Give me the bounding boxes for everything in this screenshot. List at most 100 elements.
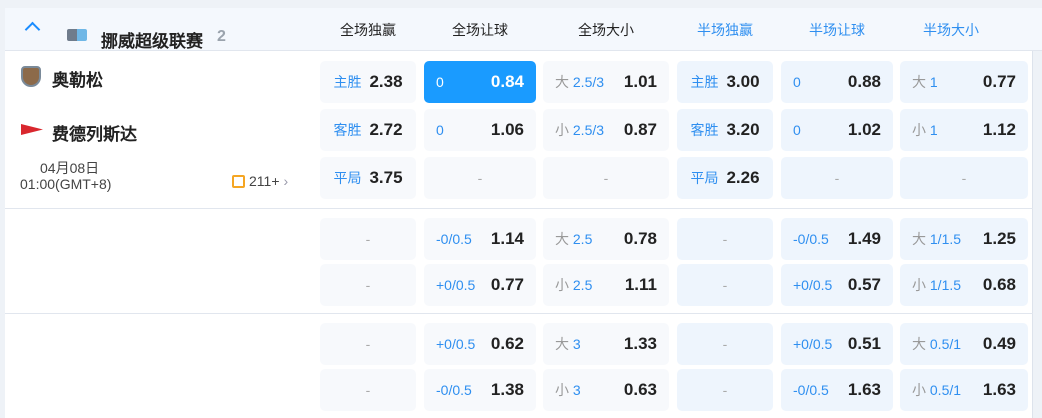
odds-value: 0.68 <box>982 275 1016 294</box>
odds-cell[interactable]: 小 0.5/1 1.63 <box>900 369 1028 411</box>
league-name: 挪威超级联赛 <box>101 32 203 51</box>
empty-odds: - <box>722 231 728 247</box>
odds-cell[interactable]: 0 0.88 <box>781 61 893 103</box>
odds-value: 1.63 <box>847 380 881 399</box>
match-date: 04月08日 <box>40 160 100 176</box>
odds-cell[interactable]: 小 3 0.63 <box>543 369 669 411</box>
odds-label: +0/0.5 <box>793 336 833 352</box>
odds-label: -0/0.5 <box>436 231 472 247</box>
odds-cell[interactable]: 小 2.5 1.11 <box>543 264 669 306</box>
odds-label: 平局 <box>690 170 719 186</box>
empty-odds: - <box>722 382 728 398</box>
odds-cell: - <box>781 157 893 199</box>
odds-cell[interactable]: 大 1 0.77 <box>900 61 1028 103</box>
odds-cell[interactable]: 0 1.06 <box>424 109 536 151</box>
odds-cell: - <box>677 264 773 306</box>
odds-cell[interactable]: -0/0.5 1.63 <box>781 369 893 411</box>
odds-label: 客胜 <box>333 122 362 138</box>
odds-label: -0/0.5 <box>436 382 472 398</box>
odds-cell[interactable]: 大 3 1.33 <box>543 323 669 365</box>
empty-odds: - <box>477 170 483 186</box>
ou-side: 小 <box>555 277 569 293</box>
odds-cell[interactable]: 平局 2.26 <box>677 157 773 199</box>
empty-odds: - <box>961 170 967 186</box>
odds-value: 0.62 <box>490 334 524 353</box>
odds-cell: - <box>320 218 416 260</box>
odds-value: 0.63 <box>623 380 657 399</box>
more-markets-link[interactable]: 211+ › <box>232 173 288 189</box>
odds-label: 2.5 <box>572 231 593 247</box>
odds-cell: - <box>543 157 669 199</box>
odds-cell[interactable]: 客胜 2.72 <box>320 109 416 151</box>
odds-cell[interactable]: -0/0.5 1.49 <box>781 218 893 260</box>
odds-cell[interactable]: 大 2.5/3 1.01 <box>543 61 669 103</box>
odds-label: 3 <box>572 382 581 398</box>
ou-side: 大 <box>555 336 569 352</box>
odds-cell[interactable]: -0/0.5 1.38 <box>424 369 536 411</box>
odds-label: 0 <box>793 122 801 138</box>
odds-label: 3 <box>572 336 581 352</box>
odds-cell: - <box>900 157 1028 199</box>
odds-cell[interactable]: +0/0.5 0.77 <box>424 264 536 306</box>
empty-odds: - <box>365 336 371 352</box>
odds-cell[interactable]: 大 1/1.5 1.25 <box>900 218 1028 260</box>
odds-value: 0.87 <box>623 120 657 139</box>
odds-label: 2.5 <box>572 277 593 293</box>
ou-side: 小 <box>555 122 569 138</box>
divider <box>5 208 1033 209</box>
odds-value: 1.33 <box>623 334 657 353</box>
odds-value: 1.14 <box>490 229 524 248</box>
league-match-count: 2 <box>217 28 226 45</box>
odds-label: +0/0.5 <box>436 277 476 293</box>
ou-side: 大 <box>912 74 926 90</box>
odds-cell: - <box>677 323 773 365</box>
odds-label: 2.5/3 <box>572 74 605 90</box>
odds-cell[interactable]: 平局 3.75 <box>320 157 416 199</box>
odds-label: 0.5/1 <box>929 382 962 398</box>
stats-icon <box>232 175 245 188</box>
odds-cell[interactable]: 0 1.02 <box>781 109 893 151</box>
chevron-right-icon: › <box>283 173 289 189</box>
odds-label: 1/1.5 <box>929 277 962 293</box>
odds-cell: - <box>320 264 416 306</box>
odds-value: 0.78 <box>623 229 657 248</box>
column-header: 全场独赢 <box>340 22 396 38</box>
odds-cell[interactable]: 0 0.84 <box>424 61 536 103</box>
odds-value: 0.77 <box>490 275 524 294</box>
empty-odds: - <box>365 277 371 293</box>
odds-value: 3.75 <box>369 168 403 187</box>
odds-cell[interactable]: 大 2.5 0.78 <box>543 218 669 260</box>
odds-cell[interactable]: 小 2.5/3 0.87 <box>543 109 669 151</box>
odds-label: -0/0.5 <box>793 382 829 398</box>
empty-odds: - <box>834 170 840 186</box>
ou-side: 小 <box>912 122 926 138</box>
empty-odds: - <box>603 170 609 186</box>
odds-cell[interactable]: 客胜 3.20 <box>677 109 773 151</box>
odds-cell[interactable]: 小 1 1.12 <box>900 109 1028 151</box>
odds-value: 0.49 <box>982 334 1016 353</box>
match-time: 01:00(GMT+8) <box>20 176 112 192</box>
odds-cell[interactable]: +0/0.5 0.62 <box>424 323 536 365</box>
column-header: 全场大小 <box>578 22 634 38</box>
odds-cell: - <box>424 157 536 199</box>
odds-cell[interactable]: 主胜 2.38 <box>320 61 416 103</box>
ou-side: 小 <box>555 382 569 398</box>
odds-cell[interactable]: -0/0.5 1.14 <box>424 218 536 260</box>
odds-label: 2.5/3 <box>572 122 605 138</box>
column-header: 半场大小 <box>923 22 979 38</box>
odds-value: 1.49 <box>847 229 881 248</box>
odds-cell[interactable]: 大 0.5/1 0.49 <box>900 323 1028 365</box>
odds-cell[interactable]: 小 1/1.5 0.68 <box>900 264 1028 306</box>
odds-cell[interactable]: +0/0.5 0.57 <box>781 264 893 306</box>
ou-side: 大 <box>555 74 569 90</box>
chevron-up-icon[interactable] <box>24 21 41 38</box>
ou-side: 大 <box>555 231 569 247</box>
odds-label: 客胜 <box>690 122 719 138</box>
odds-label: 主胜 <box>690 74 719 90</box>
odds-value: 1.25 <box>982 229 1016 248</box>
odds-cell[interactable]: 主胜 3.00 <box>677 61 773 103</box>
empty-odds: - <box>722 336 728 352</box>
odds-cell[interactable]: +0/0.5 0.51 <box>781 323 893 365</box>
ou-side: 小 <box>912 277 926 293</box>
odds-label: 0.5/1 <box>929 336 962 352</box>
